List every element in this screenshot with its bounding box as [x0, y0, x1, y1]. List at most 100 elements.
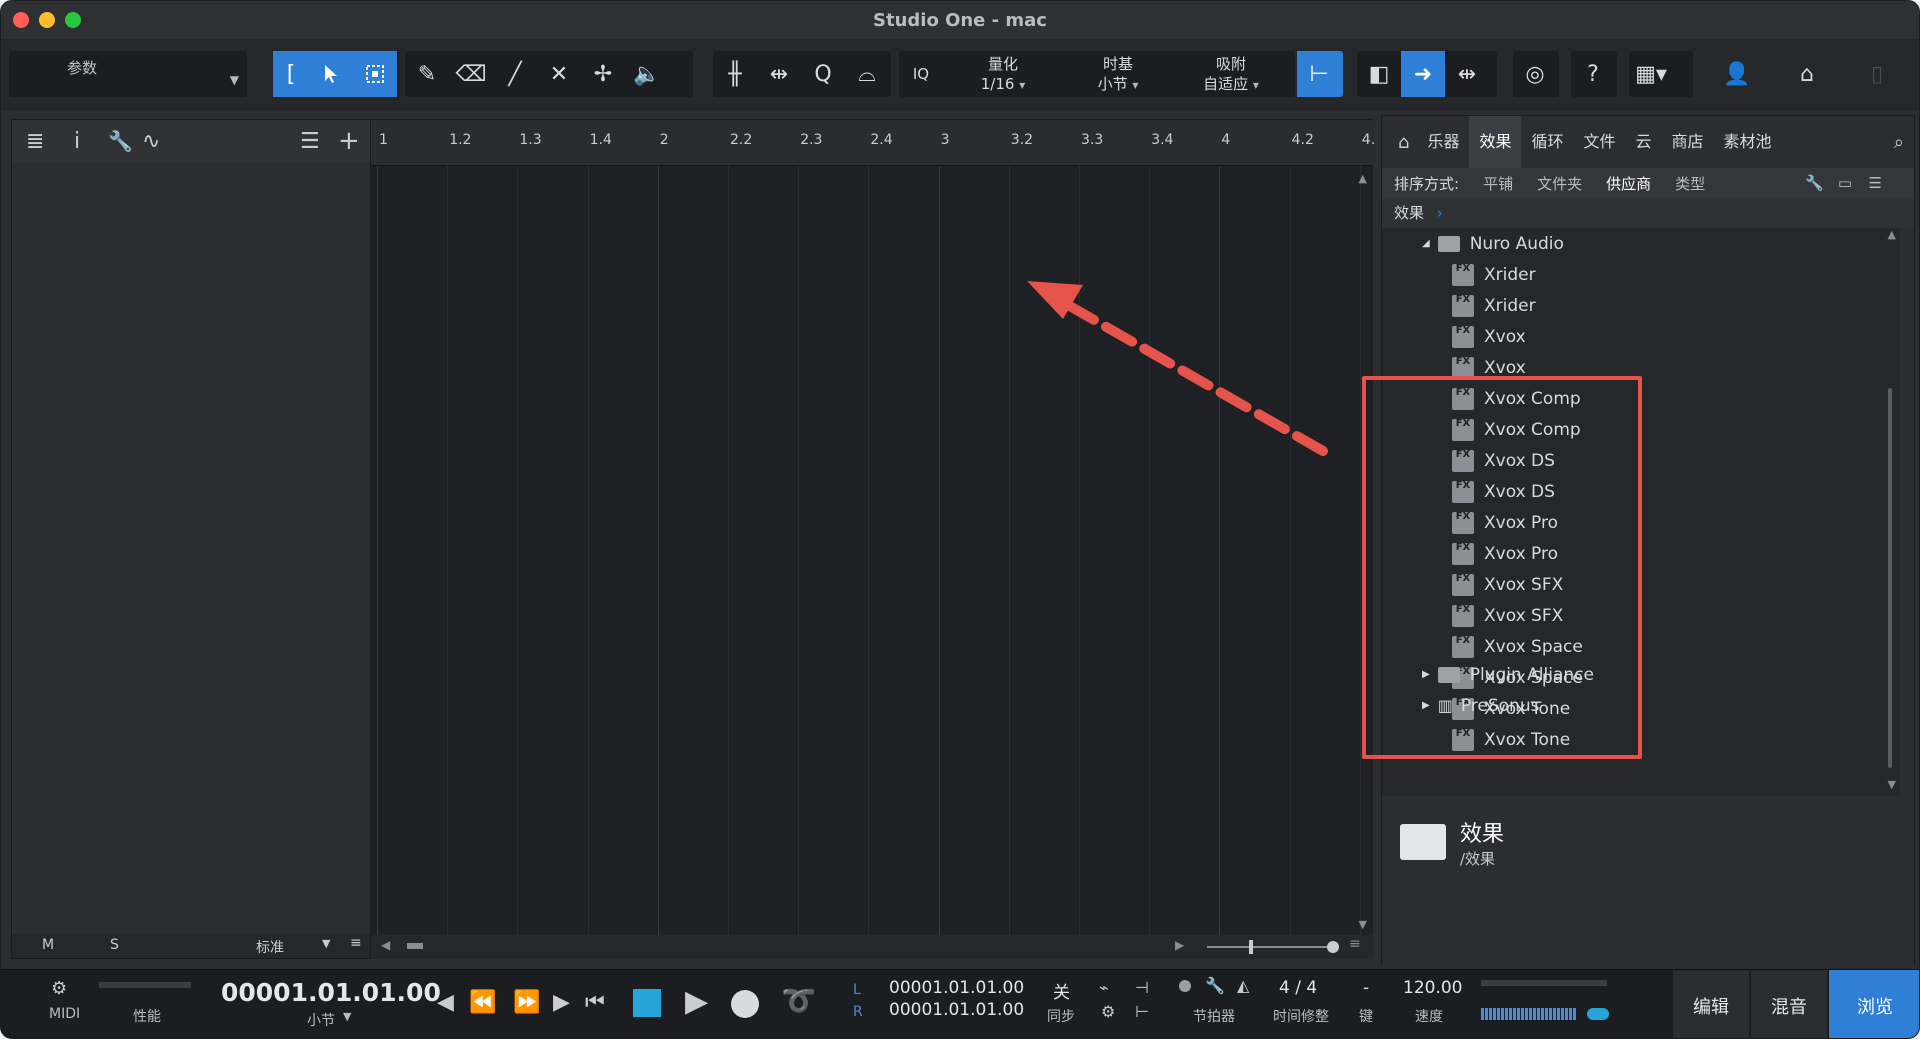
arrow-tool-button[interactable] — [309, 51, 353, 97]
home-icon[interactable]: ⌂ — [1390, 132, 1417, 153]
plugin-item[interactable]: FX Xvox — [1452, 352, 1526, 383]
key-value[interactable]: - — [1363, 978, 1369, 998]
split-tool-button[interactable]: ✢ — [581, 51, 625, 97]
user-profile-button[interactable]: 👤 — [1715, 51, 1759, 97]
horizontal-scrollbar[interactable] — [407, 943, 423, 949]
plugin-item[interactable]: FX Xrider — [1452, 259, 1536, 290]
collapse-triangle-icon[interactable]: ▶ — [1422, 700, 1430, 711]
automation-curve-icon[interactable]: ∿ — [142, 129, 160, 154]
window-icon[interactable]: ▭ — [1838, 174, 1852, 192]
scroll-down-icon[interactable]: ▼ — [1359, 918, 1367, 931]
monitor-toggle[interactable] — [1587, 1008, 1609, 1020]
iq-button[interactable]: IQ — [899, 64, 943, 84]
tab-mix[interactable]: 混音 — [1751, 970, 1827, 1038]
position-unit[interactable]: 小节 — [307, 1010, 335, 1030]
tab-cloud[interactable]: 云 — [1626, 116, 1662, 168]
plugin-item[interactable]: FX Xvox Pro — [1452, 507, 1558, 538]
range-tool-button[interactable] — [353, 51, 397, 97]
plugin-item[interactable]: FX Xvox SFX — [1452, 600, 1563, 631]
scroll-up-icon[interactable]: ▲ — [1359, 172, 1367, 185]
sort-type[interactable]: 类型 — [1675, 173, 1705, 194]
document-button[interactable]: ▯ — [1855, 51, 1899, 97]
play-button[interactable]: ▶ — [685, 984, 708, 1019]
timeline-ruler[interactable]: 1 1.2 1.3 1.4 2 2.2 2.3 2.4 3 3.2 3.3 3.4 4 4.2 4. — [371, 120, 1375, 166]
inspector-toggle-button[interactable]: ◧ — [1357, 51, 1401, 97]
minimize-window-button[interactable] — [39, 12, 55, 28]
vertical-scrollbar[interactable] — [1888, 388, 1892, 768]
fast-forward-icon[interactable]: ⏩ — [513, 990, 540, 1015]
chevron-right-icon[interactable]: › — [1437, 204, 1443, 222]
performance-label[interactable]: 性能 — [133, 1006, 161, 1026]
param-dropdown[interactable]: 参数 ▼ — [9, 51, 247, 97]
sort-folder[interactable]: 文件夹 — [1537, 173, 1582, 194]
zoom-slider-handle[interactable] — [1249, 940, 1253, 954]
stop-button[interactable] — [633, 989, 661, 1017]
bend-button[interactable]: ⌓ — [845, 51, 889, 97]
midi-label[interactable]: MIDI — [49, 1006, 80, 1022]
quantize-dropdown[interactable]: 量化 1/16 ▾ — [943, 54, 1063, 95]
range-bracket-icon[interactable]: [ — [273, 51, 309, 97]
tab-browse[interactable]: 浏览 — [1829, 970, 1919, 1038]
tab-instruments[interactable]: 乐器 — [1417, 116, 1469, 168]
chevron-down-icon[interactable]: ▼ — [322, 937, 330, 950]
tab-edit[interactable]: 编辑 — [1673, 970, 1749, 1038]
plugin-item[interactable]: FX Xvox Tone — [1452, 724, 1570, 755]
listen-tool-button[interactable]: 🔈 — [625, 51, 669, 97]
position-display[interactable]: 00001.01.01.00 — [221, 978, 441, 1007]
sync-value[interactable]: 关 — [1053, 978, 1070, 1003]
loop-start-display[interactable]: 00001.01.01.00 — [889, 978, 1024, 998]
record-button[interactable] — [731, 990, 759, 1018]
paint-tool-button[interactable]: ╱ — [493, 51, 537, 97]
tab-files[interactable]: 文件 — [1573, 116, 1625, 168]
return-to-zero-icon[interactable]: ⏮ — [585, 990, 605, 1015]
plugin-item[interactable]: FX Xvox DS — [1452, 476, 1555, 507]
punch-icon[interactable]: ⌁ — [1099, 978, 1109, 997]
chevron-down-icon[interactable]: ▼ — [343, 1010, 351, 1023]
fast-rewind-icon[interactable]: ⏪ — [469, 990, 496, 1015]
metronome-on-indicator[interactable] — [1179, 980, 1191, 992]
info-icon[interactable]: i — [74, 129, 80, 154]
plugin-item[interactable]: FX Xvox SFX — [1452, 569, 1563, 600]
plugin-item[interactable]: FX Xvox Comp — [1452, 383, 1581, 414]
solo-button[interactable]: S — [110, 937, 119, 953]
vendor-folder-plugin-alliance[interactable]: ▶ Plugin Alliance — [1422, 659, 1594, 690]
breadcrumb-effects[interactable]: 效果 — [1394, 204, 1424, 222]
autoscroll-button[interactable]: ➜ — [1401, 51, 1445, 97]
menu-icon[interactable]: ≡ — [350, 935, 362, 951]
plugin-item[interactable]: FX Xrider — [1452, 290, 1536, 321]
track-list-icon[interactable]: ☰ — [300, 129, 320, 154]
add-track-icon[interactable]: + — [338, 126, 360, 156]
stretch-button[interactable]: ⇹ — [757, 51, 801, 97]
loop-end-display[interactable]: 00001.01.01.00 — [889, 1000, 1024, 1020]
rewind-icon[interactable]: ◀ — [437, 990, 454, 1015]
sort-flat[interactable]: 平铺 — [1483, 173, 1513, 194]
scroll-right-icon[interactable]: ▶ — [1175, 938, 1184, 952]
tab-shop[interactable]: 商店 — [1662, 116, 1714, 168]
eraser-tool-button[interactable]: ⌫ — [449, 51, 493, 97]
expand-triangle-icon[interactable]: ◢ — [1422, 238, 1430, 249]
vendor-folder-nuro[interactable]: ◢ Nuro Audio — [1422, 228, 1564, 259]
zoom-window-button[interactable] — [65, 12, 81, 28]
layout-menu-button[interactable]: ▦▾ — [1629, 51, 1693, 97]
gear-icon[interactable]: ⚙ — [1101, 1002, 1115, 1021]
wrench-icon[interactable]: 🔧 — [1205, 976, 1225, 995]
collapse-triangle-icon[interactable]: ▶ — [1422, 669, 1430, 680]
pencil-tool-button[interactable]: ✎ — [405, 51, 449, 97]
menu-icon[interactable]: ≡ — [1349, 936, 1361, 952]
plugin-item[interactable]: FX Xvox Pro — [1452, 538, 1558, 569]
precount-icon[interactable]: ⊢ — [1135, 1002, 1149, 1021]
scroll-up-icon[interactable]: ▲ — [1888, 228, 1896, 241]
list-options-icon[interactable]: ☰ — [1869, 174, 1882, 192]
wrench-icon[interactable]: 🔧 — [108, 129, 133, 153]
metronome-settings-button[interactable]: ◎ — [1513, 51, 1559, 97]
mute-button[interactable]: M — [42, 937, 54, 953]
plugin-item[interactable]: FX Xvox DS — [1452, 445, 1555, 476]
zoom-button[interactable]: Q — [801, 51, 845, 97]
snap-dropdown[interactable]: 吸附 自适应 ▾ — [1173, 54, 1289, 95]
plugin-item[interactable]: FX Xvox Space — [1452, 631, 1583, 662]
forward-icon[interactable]: ▶ — [553, 990, 570, 1015]
mute-tool-button[interactable]: ✕ — [537, 51, 581, 97]
plugin-item[interactable]: FX Xvox — [1452, 321, 1526, 352]
list-icon[interactable]: ≣ — [26, 129, 44, 154]
zoom-slider[interactable] — [1207, 946, 1331, 948]
